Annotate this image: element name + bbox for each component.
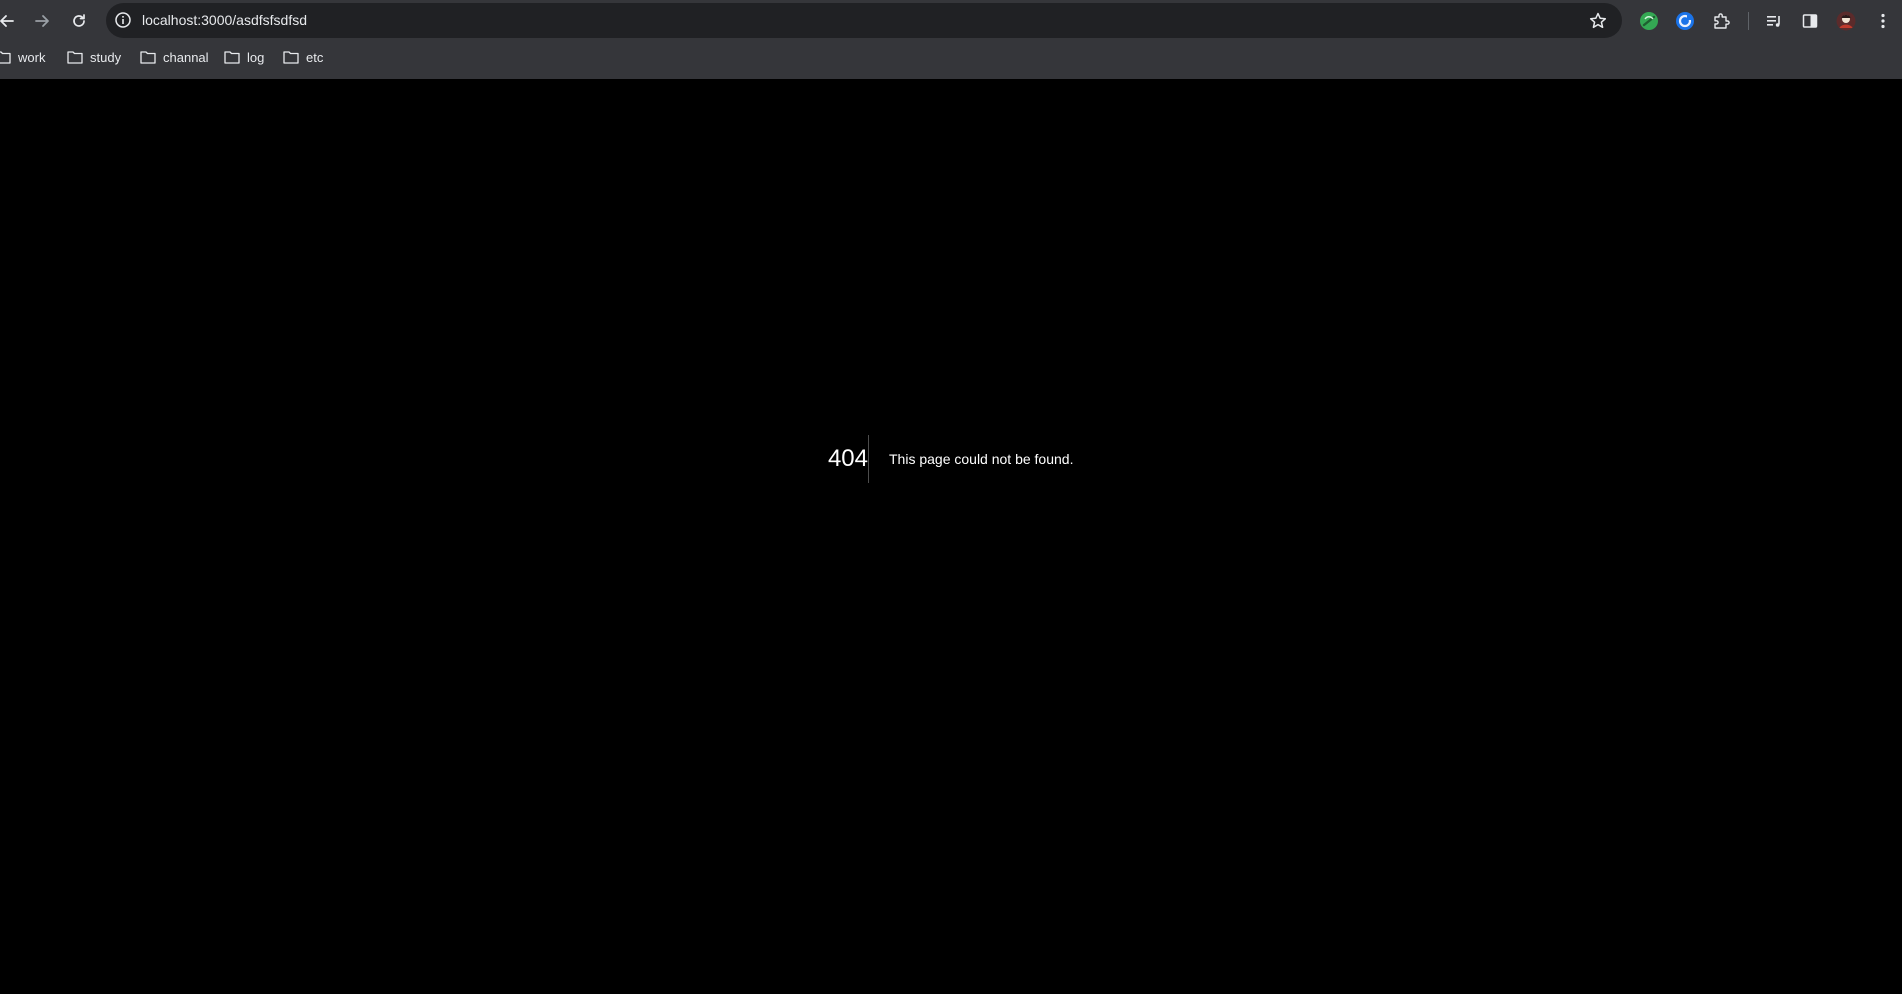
info-icon[interactable] [114,11,132,29]
side-panel-icon [1802,14,1818,28]
side-panel-button[interactable] [1799,10,1821,32]
forward-button[interactable] [30,9,54,33]
bookmark-folder-etc[interactable]: etc [283,47,323,67]
bookmark-label: work [18,49,46,65]
browser-menu-button[interactable] [1872,10,1894,32]
reload-icon [73,14,85,27]
folder-icon [0,51,11,64]
bookmark-folder-work[interactable]: work [0,47,45,67]
browser-toolbar: localhost:3000/asdfsfsdfsd [0,0,1902,42]
folder-icon [224,51,240,64]
reload-button[interactable] [67,9,91,33]
puzzle-icon [1714,13,1730,29]
folder-icon [67,51,83,64]
back-button[interactable] [0,9,19,33]
bookmark-label: log [247,49,265,65]
bookmark-label: etc [306,49,324,65]
page-content [0,79,1902,994]
bookmark-label: study [90,49,122,65]
blue-extension-icon [1676,12,1694,30]
bookmark-label: channal [163,49,209,65]
arrow-right-icon [35,15,49,27]
bookmarks-bar: work study channal log etc [0,42,1902,72]
error-divider [868,435,869,483]
blue-extension-button[interactable] [1674,10,1696,32]
error-message: This page could not be found. [889,451,1074,467]
extensions-menu-button[interactable] [1710,10,1732,32]
kebab-menu-icon [1881,13,1885,29]
avatar-icon [1836,11,1856,31]
toolbar-separator [1748,12,1749,30]
profile-button[interactable] [1835,10,1857,32]
media-queue-icon [1767,16,1780,27]
folder-icon [140,51,156,64]
arrow-left-icon [0,15,14,27]
star-icon[interactable] [1588,11,1608,31]
not-found-block: 404 This page could not be found. [0,434,1902,484]
green-extension-button[interactable] [1638,10,1660,32]
folder-icon [283,51,299,64]
media-queue-button[interactable] [1763,10,1785,32]
address-bar[interactable]: localhost:3000/asdfsfsdfsd [106,3,1622,38]
bookmark-folder-study[interactable]: study [67,47,121,67]
browser-chrome: localhost:3000/asdfsfsdfsd work study ch… [0,0,1902,79]
bookmark-folder-log[interactable]: log [224,47,264,67]
green-extension-icon [1640,12,1658,30]
bookmark-folder-channal[interactable]: channal [140,47,209,67]
url-text[interactable]: localhost:3000/asdfsfsdfsd [142,3,307,38]
error-code: 404 [827,445,868,472]
